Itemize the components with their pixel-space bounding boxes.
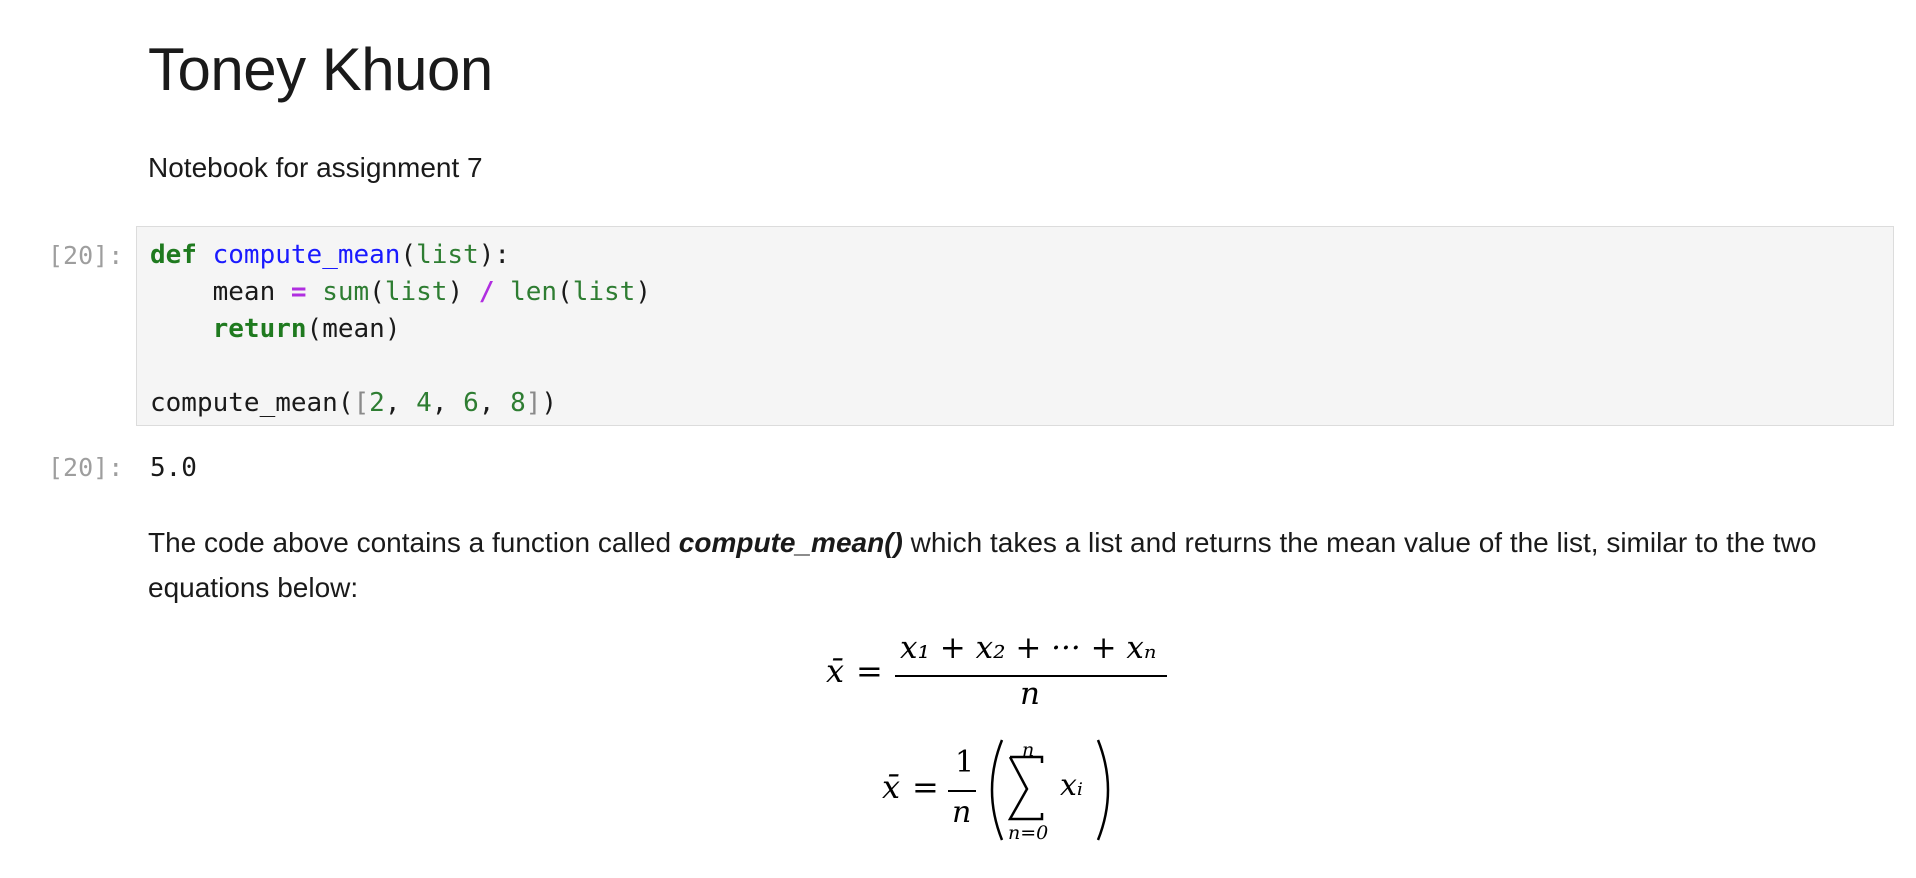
input-prompt: [20]: <box>48 241 124 270</box>
cell-output: 5.0 <box>150 453 197 483</box>
code-text[interactable]: def compute_mean(list): mean = sum(list)… <box>150 237 651 422</box>
left-paren <box>990 739 1004 841</box>
code-cell-editor[interactable]: def compute_mean(list): mean = sum(list)… <box>136 226 1894 426</box>
output-prompt: [20]: <box>48 453 124 482</box>
markdown-description: The code above contains a function calle… <box>148 527 1817 603</box>
notebook-title: Toney Khuon <box>148 36 493 103</box>
right-paren <box>1096 739 1110 841</box>
sum-notation <box>990 739 1110 841</box>
sigma-symbol <box>1007 755 1044 821</box>
fraction-bar <box>948 790 976 792</box>
notebook-subtitle: Notebook for assignment 7 <box>148 152 483 183</box>
function-name-emphasis: compute_mean() <box>678 527 903 558</box>
